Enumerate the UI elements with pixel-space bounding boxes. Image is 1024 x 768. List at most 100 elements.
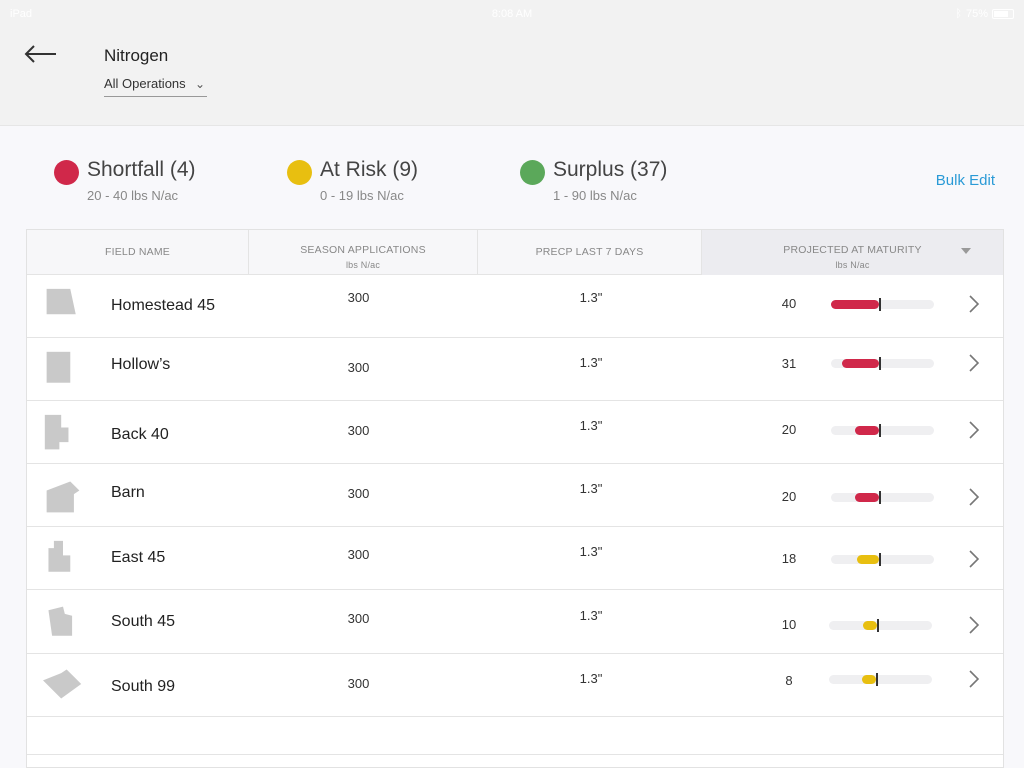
column-header-projected[interactable]: PROJECTED AT MATURITY lbs N/ac	[702, 230, 1003, 275]
table-row[interactable]: South 99 300 1.3" 8	[27, 654, 1003, 717]
status-bar: iPad 8:08 AM ᛒ 75%	[0, 0, 1024, 28]
projected-value: 20	[781, 422, 797, 437]
column-header-unit: lbs N/ac	[835, 260, 870, 270]
status-right: ᛒ 75%	[955, 8, 1014, 20]
operations-dropdown[interactable]: All Operations ⌄	[104, 76, 207, 97]
projected-value: 20	[781, 489, 797, 504]
projected-value: 31	[781, 356, 797, 371]
operations-dropdown-value: All Operations	[104, 76, 186, 91]
projected-bar-track	[829, 673, 932, 686]
column-header-precip[interactable]: PRECP LAST 7 DAYS	[478, 230, 702, 275]
field-boundary-icon	[43, 669, 82, 699]
page-title: Nitrogen	[104, 46, 169, 65]
column-header-season-applications[interactable]: SEASON APPLICATIONS lbs N/ac	[249, 230, 478, 275]
surplus-range: 1 - 90 lbs N/ac	[553, 188, 637, 203]
at-risk-status-dot	[287, 160, 312, 185]
projected-bar-track	[831, 357, 934, 370]
column-header-field-name[interactable]: FIELD NAME	[27, 230, 249, 275]
chevron-right-icon	[969, 616, 980, 634]
chevron-down-icon: ⌄	[194, 77, 205, 91]
chevron-right-icon	[969, 488, 980, 506]
target-marker	[879, 424, 881, 437]
target-marker	[879, 553, 881, 566]
shortfall-status-dot	[54, 160, 79, 185]
at-risk-range: 0 - 19 lbs N/ac	[320, 188, 404, 203]
projected-bar-fill	[831, 300, 879, 309]
table-row[interactable]: Back 40 300 1.3" 20	[27, 401, 1003, 464]
projected-bar-fill	[842, 359, 879, 368]
table-row[interactable]: South 45 300 1.3" 10	[27, 591, 1003, 654]
sort-caret-icon[interactable]	[961, 248, 971, 254]
field-name: Hollow’s	[111, 356, 171, 373]
projected-value: 8	[785, 673, 793, 688]
projected-value: 40	[781, 296, 797, 311]
bluetooth-icon: ᛒ	[955, 8, 962, 20]
precip-value: 1.3"	[579, 418, 603, 433]
bulk-edit-button[interactable]: Bulk Edit	[936, 172, 995, 189]
table-row[interactable]: Barn 300 1.3" 20	[27, 464, 1003, 527]
battery-percent: 75%	[965, 8, 988, 20]
field-name: Barn	[111, 484, 145, 501]
projected-bar-track	[829, 619, 932, 632]
surplus-status-dot	[520, 160, 545, 185]
precip-value: 1.3"	[579, 481, 603, 496]
precip-value: 1.3"	[579, 671, 603, 686]
field-boundary-icon	[46, 351, 71, 383]
column-header-label: FIELD NAME	[104, 246, 170, 258]
at-risk-label: At Risk (9)	[320, 158, 419, 181]
table-row[interactable]: East 45 300 1.3" 18	[27, 527, 1003, 590]
field-name: Back 40	[111, 426, 169, 443]
table-row[interactable]: Homestead 45 300 1.3" 40	[27, 275, 1003, 338]
table-row[interactable]: Hollow’s 300 1.3" 31	[27, 338, 1003, 401]
field-boundary-icon	[44, 414, 69, 450]
app-header: iPad 8:08 AM ᛒ 75% Nitrogen All Operatio…	[0, 0, 1024, 126]
field-boundary-icon	[46, 481, 80, 513]
target-marker	[879, 357, 881, 370]
projected-bar-track	[831, 491, 934, 504]
column-header-label: PRECP LAST 7 DAYS	[535, 246, 644, 258]
projected-bar-track	[831, 553, 934, 566]
season-applications-value: 300	[347, 486, 370, 501]
season-applications-value: 300	[347, 423, 370, 438]
projected-bar-fill	[863, 621, 877, 630]
chevron-right-icon	[969, 295, 980, 313]
projected-bar-track	[831, 424, 934, 437]
column-header-label: PROJECTED AT MATURITY	[783, 244, 922, 256]
season-applications-value: 300	[347, 290, 370, 305]
projected-bar-fill	[855, 493, 879, 502]
clock: 8:08 AM	[491, 8, 533, 20]
surplus-label: Surplus (37)	[553, 158, 668, 181]
projected-bar-track	[831, 298, 934, 311]
season-applications-value: 300	[347, 360, 370, 375]
column-header-label: SEASON APPLICATIONS	[300, 244, 426, 256]
projected-value: 10	[781, 617, 797, 632]
empty-row	[27, 717, 1003, 755]
field-boundary-icon	[46, 288, 76, 315]
precip-value: 1.3"	[579, 290, 603, 305]
shortfall-label: Shortfall (4)	[87, 158, 196, 181]
precip-value: 1.3"	[579, 608, 603, 623]
column-header-unit: lbs N/ac	[345, 260, 381, 270]
table-header: FIELD NAME SEASON APPLICATIONS lbs N/ac …	[27, 230, 1003, 275]
projected-bar-fill	[855, 426, 879, 435]
field-boundary-icon	[48, 606, 73, 636]
projected-value: 18	[781, 551, 797, 566]
season-applications-value: 300	[347, 676, 370, 691]
battery-icon	[992, 9, 1014, 19]
arrow-left-icon	[24, 45, 56, 63]
projected-bar-fill	[857, 555, 879, 564]
season-applications-value: 300	[347, 547, 370, 562]
shortfall-range: 20 - 40 lbs N/ac	[87, 188, 179, 203]
chevron-right-icon	[969, 670, 980, 688]
field-name: East 45	[111, 549, 166, 566]
season-applications-value: 300	[347, 611, 370, 626]
precip-value: 1.3"	[579, 544, 603, 559]
back-button[interactable]	[22, 40, 58, 68]
target-marker	[877, 619, 879, 632]
fields-table: FIELD NAME SEASON APPLICATIONS lbs N/ac …	[26, 229, 1004, 768]
field-name: South 99	[111, 678, 176, 695]
target-marker	[879, 491, 881, 504]
field-boundary-icon	[48, 540, 71, 572]
chevron-right-icon	[969, 550, 980, 568]
field-name: Homestead 45	[111, 297, 216, 314]
